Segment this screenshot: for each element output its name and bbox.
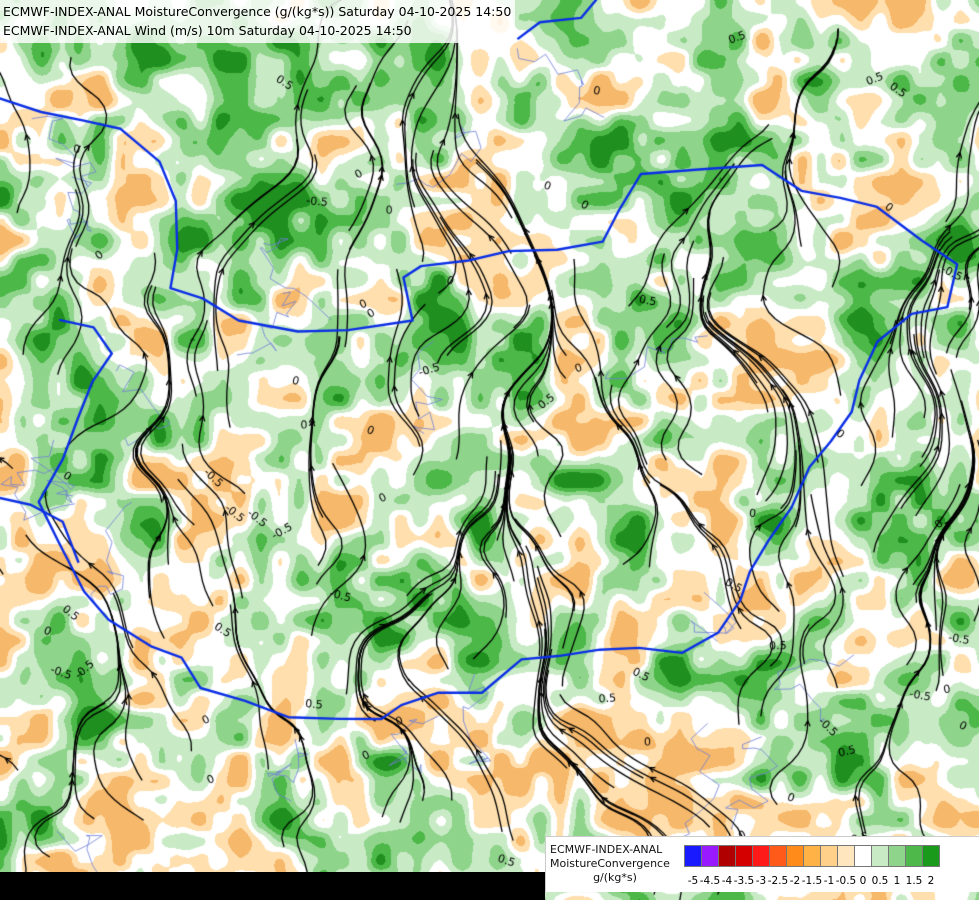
legend-tick-label: -5 xyxy=(687,875,699,887)
legend-tick-label: -1 xyxy=(823,875,835,887)
legend-tick-label: -3 xyxy=(755,875,767,887)
legend-swatch xyxy=(854,845,872,867)
legend-tick-label: -0.5 xyxy=(835,875,857,887)
legend-swatch xyxy=(735,845,753,867)
legend-label: ECMWF-INDEX-ANAL MoistureConvergence g/(… xyxy=(550,843,680,885)
legend-model: ECMWF-INDEX-ANAL xyxy=(550,843,663,856)
color-legend: ECMWF-INDEX-ANAL MoistureConvergence g/(… xyxy=(545,836,979,892)
legend-variable: MoistureConvergence xyxy=(550,857,670,870)
legend-tick-label: -1.5 xyxy=(801,875,823,887)
legend-swatch xyxy=(718,845,736,867)
legend-tick-label: -4 xyxy=(721,875,733,887)
legend-tick-label: 1 xyxy=(893,875,901,887)
legend-swatch xyxy=(786,845,804,867)
legend-tick-label: -4.5 xyxy=(699,875,721,887)
legend-swatch xyxy=(752,845,770,867)
legend-tick-label: 0.5 xyxy=(871,875,889,887)
legend-ticks: -5 -4.5 -4 -3.5 -3 -2.5 -2 -1.5 -1 -0.5 0 0.5 1 1.5 2 xyxy=(684,874,979,888)
title-moisture-convergence: ECMWF-INDEX-ANAL MoistureConvergence (g/… xyxy=(3,4,512,19)
legend-swatch xyxy=(769,845,787,867)
legend-swatch xyxy=(837,845,855,867)
legend-swatch xyxy=(701,845,719,867)
legend-tick-label: 2 xyxy=(927,875,935,887)
legend-tick-label: -3.5 xyxy=(733,875,755,887)
legend-swatch xyxy=(922,845,940,867)
legend-tick-label: 1.5 xyxy=(905,875,923,887)
legend-unit: g/(kg*s) xyxy=(593,871,637,884)
legend-swatch xyxy=(803,845,821,867)
bottom-strip xyxy=(0,872,545,900)
map-title-box: ECMWF-INDEX-ANAL MoistureConvergence (g/… xyxy=(0,0,516,43)
legend-swatch xyxy=(905,845,923,867)
legend-swatch xyxy=(684,845,702,867)
legend-swatches xyxy=(684,845,940,867)
title-wind: ECMWF-INDEX-ANAL Wind (m/s) 10m Saturday… xyxy=(3,23,412,38)
weather-map xyxy=(0,0,979,900)
legend-tick-label: -2.5 xyxy=(767,875,789,887)
legend-tick-label: 0 xyxy=(859,875,867,887)
legend-swatch xyxy=(820,845,838,867)
legend-swatch xyxy=(888,845,906,867)
legend-tick-label: -2 xyxy=(789,875,801,887)
legend-swatch xyxy=(871,845,889,867)
